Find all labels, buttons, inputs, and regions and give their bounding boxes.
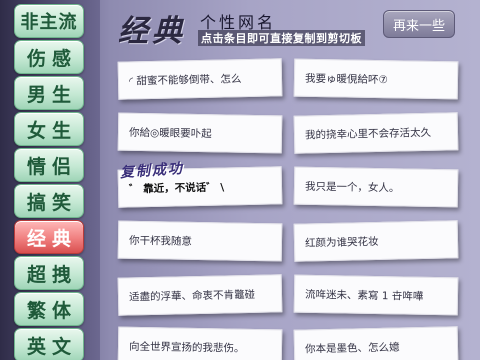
name-text: 你給◎暖眼要卟起 <box>128 126 212 140</box>
name-card[interactable]: 我要ゅ暖俔給吥⑦ <box>293 58 459 100</box>
name-card[interactable]: 我只是一个，女人。 <box>293 166 459 208</box>
nav-shanggan[interactable]: 伤感 <box>14 40 84 74</box>
nav-feizhuliu[interactable]: 非主流 <box>14 4 84 38</box>
name-card[interactable]: 向全世界宣扬的我悲伤。 <box>117 326 283 360</box>
name-text: ゛ 靠近，不说话゛ \ <box>128 180 225 195</box>
name-text: 红颜为谁哭花妆 <box>304 235 379 249</box>
name-card[interactable]: 你本是墨色、怎么嬑 <box>293 326 459 360</box>
name-text: 你干杯我随意 <box>128 234 193 248</box>
name-text: 流哖迷未、素寫 1 卋哖嘩 <box>304 288 424 303</box>
nav-nvsheng[interactable]: 女生 <box>14 112 84 146</box>
name-text: 向全世界宣扬的我悲伤。 <box>128 340 245 355</box>
name-card[interactable]: 你給◎暖眼要卟起 <box>117 112 283 154</box>
refresh-button[interactable]: 再来一些 <box>383 10 455 38</box>
category-sidebar: 非主流 伤感 男生 女生 情侣 搞笑 经典 超拽 繁体 英文 <box>0 0 100 360</box>
name-card[interactable]: 流哖迷未、素寫 1 卋哖嘩 <box>293 274 459 316</box>
nav-nansheng[interactable]: 男生 <box>14 76 84 110</box>
name-text: ◜ 甜蜜不能够倒带、怎么 <box>128 72 242 87</box>
name-text: 你本是墨色、怎么嬑 <box>304 341 400 355</box>
nav-chaozhuai[interactable]: 超拽 <box>14 256 84 290</box>
name-card[interactable]: 红颜为谁哭花妆 <box>293 220 459 262</box>
name-card[interactable]: ◜ 甜蜜不能够倒带、怎么 <box>117 58 283 100</box>
name-card[interactable]: 你干杯我随意 <box>117 220 283 262</box>
nav-qinglv[interactable]: 情侣 <box>14 148 84 182</box>
nav-jingdian[interactable]: 经典 <box>14 220 84 254</box>
nav-gaoxiao[interactable]: 搞笑 <box>14 184 84 218</box>
name-text: 适盡的浮華、命衷不肯龞碰 <box>128 288 256 303</box>
name-text: 我只是一个，女人。 <box>304 180 400 194</box>
name-text: 我要ゅ暖俔給吥⑦ <box>304 72 389 86</box>
name-card[interactable]: 适盡的浮華、命衷不肯龞碰 <box>117 274 283 316</box>
copy-tip: 点击条目即可直接复制到剪切板 <box>198 30 365 46</box>
category-logo: 经典 <box>118 14 186 49</box>
nav-yingwen[interactable]: 英文 <box>14 328 84 360</box>
nav-fanti[interactable]: 繁体 <box>14 292 84 326</box>
name-card[interactable]: 我的挠幸心里不会存活太久 <box>293 112 459 154</box>
name-text: 我的挠幸心里不会存活太久 <box>304 126 432 141</box>
